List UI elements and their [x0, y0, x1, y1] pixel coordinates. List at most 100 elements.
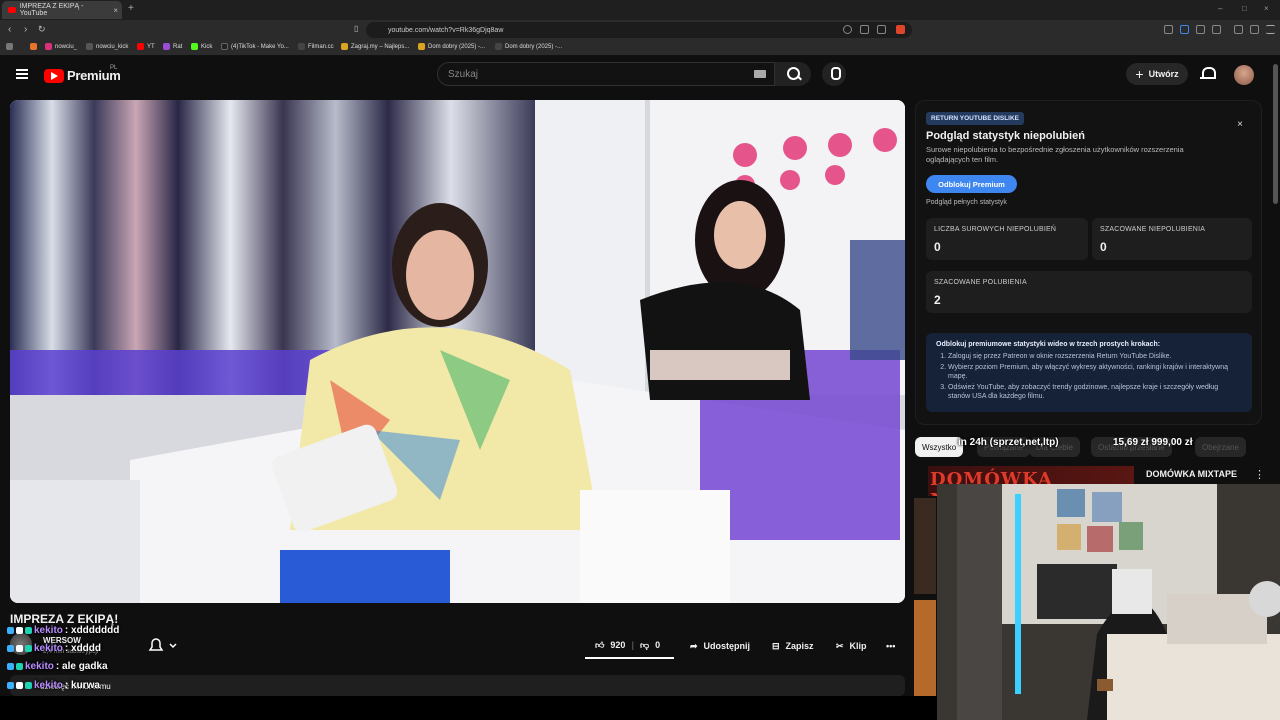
search-button[interactable]: [775, 62, 811, 86]
microphone-icon[interactable]: [822, 62, 846, 86]
stream-overlay-donations: 15,69 zł 999,00 zł: [1113, 437, 1193, 448]
apps-icon[interactable]: [6, 43, 13, 50]
share-page-icon[interactable]: [877, 25, 886, 34]
maximize-icon[interactable]: □: [1242, 4, 1247, 13]
twitch-icon: [163, 43, 170, 50]
ryd-badge: RETURN YOUTUBE DISLIKE: [926, 112, 1024, 125]
bookmark-item[interactable]: Rat: [163, 43, 182, 50]
search-input[interactable]: Szukaj: [437, 62, 775, 86]
instagram-icon: [45, 43, 52, 50]
ryd-step: Zaloguj się przez Patreon w oknie rozsze…: [948, 352, 1242, 361]
new-tab-icon[interactable]: +: [128, 3, 134, 14]
save-button[interactable]: ⊟ Zapisz: [762, 633, 824, 659]
address-bar-row: ‹ › ↻ ▯ youtube.com/watch?v=Rk36gDjq8aw: [0, 20, 1280, 40]
bookmark-item[interactable]: Kick: [191, 43, 212, 50]
extension-icon[interactable]: [1180, 25, 1189, 34]
clip-button[interactable]: ✂ Klip: [826, 633, 877, 659]
video-frame: [10, 100, 905, 603]
youtube-favicon-icon: [8, 7, 16, 13]
extension-icon[interactable]: [1212, 25, 1221, 34]
chat-message: kekito: xddddddd: [7, 625, 119, 636]
heart-icon: [16, 645, 23, 652]
extension-icon[interactable]: [1164, 25, 1173, 34]
bookmark-item[interactable]: Dom dobry (2025) -...: [418, 43, 485, 50]
scrollbar[interactable]: [1273, 64, 1278, 204]
bookmark-icon[interactable]: ▯: [354, 24, 358, 33]
window-close-icon[interactable]: ×: [1264, 4, 1269, 13]
notifications-bell-icon[interactable]: [1200, 66, 1216, 82]
divider: |: [631, 640, 634, 650]
unlock-premium-button[interactable]: Odblokuj Premium: [926, 175, 1017, 193]
more-actions-button[interactable]: •••: [880, 633, 906, 659]
bookmark-item[interactable]: nowciu_kick: [86, 43, 128, 50]
forward-icon[interactable]: ›: [24, 24, 27, 35]
chat-message: kekito: xdddd: [7, 643, 101, 654]
bookmark-item[interactable]: nowciu_: [45, 43, 77, 50]
chat-text: : ale gadka: [55, 661, 108, 672]
account-avatar[interactable]: [1234, 65, 1254, 85]
bookmark-item[interactable]: Dom dobry (2025) -...: [495, 43, 562, 50]
ryd-step: Wybierz poziom Premium, aby włączyć wykr…: [948, 363, 1242, 381]
bookmark-item[interactable]: Zagraj.my – Najleps...: [341, 43, 409, 50]
url-field[interactable]: youtube.com/watch?v=Rk36gDjq8aw: [366, 22, 912, 38]
ryd-info-box: Odblokuj premiumowe statystyki wideo w t…: [926, 333, 1252, 412]
wallet-icon[interactable]: [1250, 25, 1259, 34]
bookmark-favicon-icon: [30, 43, 37, 50]
recommendation-thumbnail[interactable]: [914, 600, 936, 696]
stat-raw-dislikes: LICZBA SUROWYCH NIEPOLUBIEŃ 0: [926, 218, 1088, 260]
chat-text: : xddddddd: [64, 625, 120, 636]
chat-text: : xdddd: [64, 643, 102, 654]
tab-close-icon[interactable]: ×: [113, 6, 118, 15]
globe-icon: [495, 43, 502, 50]
kick-icon: [191, 43, 198, 50]
create-button[interactable]: + Utwórz: [1126, 63, 1188, 85]
hamburger-menu-icon[interactable]: [16, 69, 28, 79]
minimize-icon[interactable]: –: [1218, 4, 1222, 13]
browser-tab[interactable]: IMPREZA Z EKIPĄ - YouTube ×: [2, 1, 122, 19]
video-title: IMPREZA Z EKIPĄ!: [10, 612, 119, 626]
menu-icon[interactable]: [1266, 25, 1275, 34]
extension-icon[interactable]: [1196, 25, 1205, 34]
youtube-header: Premium PL Szukaj + Utwórz: [0, 56, 1280, 96]
music-icon[interactable]: [1234, 25, 1243, 34]
bookmark-item[interactable]: (4)TikTok - Make Yo...: [221, 43, 289, 50]
youtube-premium-logo[interactable]: Premium PL: [44, 65, 121, 83]
chip-all[interactable]: Wszystko: [915, 437, 964, 457]
video-player[interactable]: [10, 100, 905, 603]
thumbs-up-icon: 👍︎: [595, 639, 605, 650]
keyboard-icon[interactable]: [754, 70, 766, 78]
webcam-overlay: [937, 484, 1280, 720]
share-icon: ➦: [690, 640, 698, 651]
close-icon[interactable]: ×: [1237, 119, 1243, 130]
heart-icon: [16, 682, 23, 689]
recommendation-thumbnail[interactable]: [914, 498, 936, 594]
chat-text: : kurwa: [64, 680, 100, 691]
bottom-strip: [0, 696, 937, 720]
reload-icon[interactable]: ↻: [38, 24, 46, 35]
bookmarks-bar: nowciu_ nowciu_kick YT Rat Kick (4)TikTo…: [0, 40, 1280, 56]
subscription-bell-button[interactable]: [140, 633, 188, 659]
scissors-icon: ✂: [836, 640, 844, 651]
browser-tab-bar: IMPREZA Z EKIPĄ - YouTube × + – □ ×: [0, 0, 1280, 20]
bookmark-item[interactable]: Filman.cc: [298, 43, 334, 50]
like-button[interactable]: 👍︎ 920 | 👎︎ 0: [585, 633, 674, 659]
bookmark-favicon-icon: [341, 43, 348, 50]
badge-icon: [25, 682, 32, 689]
chat-message: kekito: kurwa: [7, 680, 100, 691]
bookmark-item[interactable]: YT: [137, 43, 155, 50]
stat-estimated-likes: SZACOWANE POLUBIENIA 2: [926, 271, 1252, 313]
recommendation-title[interactable]: DOMÓWKA MIXTAPE: [1146, 469, 1237, 479]
more-vert-icon[interactable]: ⋮: [1254, 468, 1265, 481]
badge-icon: [7, 663, 14, 670]
back-icon[interactable]: ‹: [8, 24, 11, 35]
bookmark-item[interactable]: [30, 43, 40, 50]
chat-username: kekito: [25, 661, 54, 672]
badge-icon: [25, 645, 32, 652]
heart-icon: [16, 627, 23, 634]
chip-watched[interactable]: Obejrzane: [1195, 437, 1246, 457]
shield-icon[interactable]: [896, 25, 905, 34]
zoom-icon[interactable]: [843, 25, 852, 34]
description-box[interactable]: [10, 675, 905, 696]
share-button[interactable]: ➦ Udostępnij: [680, 633, 761, 659]
reader-icon[interactable]: [860, 25, 869, 34]
